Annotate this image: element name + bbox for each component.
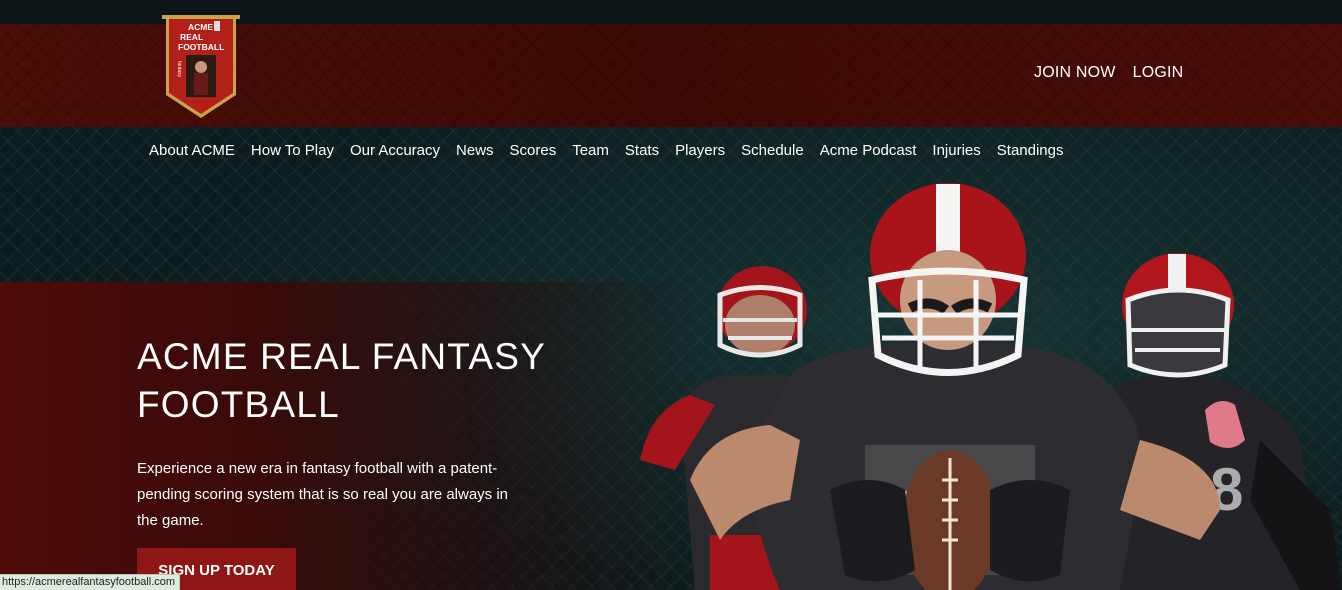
nav-item-stats[interactable]: Stats bbox=[625, 142, 659, 159]
site-logo[interactable]: ACME REAL FOOTBALL fantasy bbox=[162, 15, 240, 119]
right-player-figure: 8 bbox=[1100, 253, 1342, 590]
hero-description: Experience a new era in fantasy football… bbox=[137, 460, 509, 529]
page: ACME REAL FOOTBALL fantasy JOIN NOW LOGI… bbox=[0, 0, 1342, 590]
status-bar-url: https://acmerealfantasyfootball.com bbox=[0, 574, 181, 590]
header-links: JOIN NOW LOGIN bbox=[1034, 64, 1183, 82]
hero-panel bbox=[0, 282, 700, 590]
nav-item-our-accuracy[interactable]: Our Accuracy bbox=[350, 142, 440, 159]
nav-item-about[interactable]: About ACME bbox=[149, 142, 235, 159]
nav-item-schedule[interactable]: Schedule bbox=[741, 142, 804, 159]
hero-title: ACME REAL FANTASY FOOTBALL bbox=[137, 336, 546, 425]
nav-item-news[interactable]: News bbox=[456, 142, 494, 159]
join-now-link[interactable]: JOIN NOW bbox=[1034, 64, 1116, 82]
nav-item-podcast[interactable]: Acme Podcast bbox=[820, 142, 917, 159]
football-players-image: 8 88 bbox=[640, 183, 1342, 590]
nav-item-scores[interactable]: Scores bbox=[510, 142, 557, 159]
logo-vertical-text: fantasy bbox=[176, 61, 182, 78]
nav-item-injuries[interactable]: Injuries bbox=[932, 142, 980, 159]
nav-item-standings[interactable]: Standings bbox=[997, 142, 1064, 159]
logo-line3: FOOTBALL bbox=[178, 42, 224, 52]
nav-item-how-to-play[interactable]: How To Play bbox=[251, 142, 334, 159]
nav-item-team[interactable]: Team bbox=[572, 142, 609, 159]
main-nav: About ACME How To Play Our Accuracy News… bbox=[149, 142, 1063, 159]
logo-line1: ACME bbox=[188, 22, 213, 32]
login-link[interactable]: LOGIN bbox=[1133, 64, 1184, 82]
logo-pennant-icon: ACME REAL FOOTBALL fantasy bbox=[162, 15, 240, 118]
logo-line2: REAL bbox=[180, 32, 203, 42]
nav-item-players[interactable]: Players bbox=[675, 142, 725, 159]
